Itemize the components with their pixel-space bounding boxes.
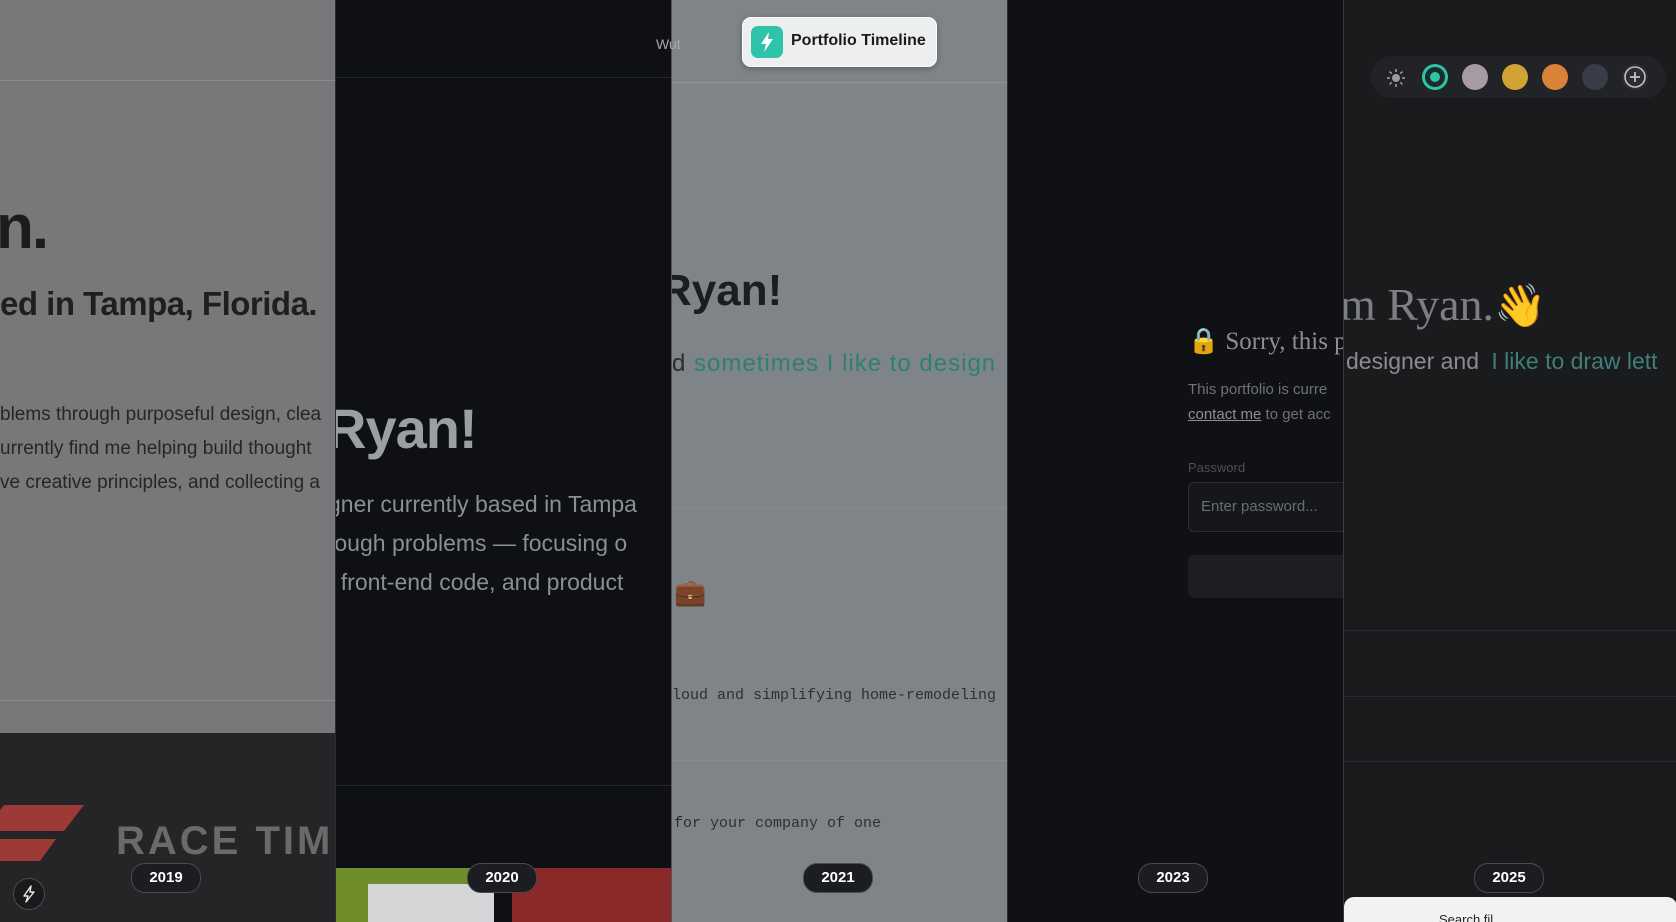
password-input[interactable]: Enter password... (1188, 482, 1344, 532)
subtitle-accent: sometimes I like to design (694, 350, 997, 377)
intro-line: gner currently based in Tampa (335, 491, 637, 517)
lightning-bolt-icon[interactable] (13, 878, 45, 910)
intro-line: , front-end code, and product (335, 569, 624, 595)
hero-title: n. (0, 193, 49, 262)
hero-subtitle: ed in Tampa, Florida. (0, 285, 318, 322)
theme-swatch-orange[interactable] (1542, 64, 1568, 90)
hero-subtitle: d sometimes I like to design (672, 350, 996, 378)
theme-swatch-slate[interactable] (1582, 64, 1608, 90)
portfolio-panel-2019[interactable]: n. ed in Tampa, Florida. blems through p… (0, 0, 335, 922)
portfolio-timeline-badge[interactable]: Portfolio Timeline (742, 17, 937, 67)
badge-label: Portfolio Timeline (791, 32, 926, 49)
message-line: contact me to get acc (1188, 406, 1331, 423)
intro-line: blems through purposeful design, clea (0, 404, 322, 425)
year-pill-2023[interactable]: 2023 (1138, 863, 1208, 893)
divider (1344, 630, 1676, 631)
project-description: loud and simplifying home-remodeling (672, 687, 997, 704)
divider (0, 700, 335, 701)
theme-swatch-mauve[interactable] (1462, 64, 1488, 90)
portfolio-panel-2020[interactable]: Ryan! gner currently based in Tampa toug… (335, 0, 672, 922)
theme-swatch-teal[interactable] (1422, 64, 1448, 90)
hero-title: Ryan! (671, 266, 783, 315)
lock-title: 🔒 Sorry, this p (1188, 328, 1344, 355)
project-card-race-timing[interactable]: RACE TIM (0, 733, 335, 922)
divider (0, 80, 335, 81)
nav-link[interactable]: Wut (656, 36, 681, 52)
search-text: Search fil (1439, 912, 1494, 922)
lightning-bolt-icon (751, 26, 783, 58)
waving-hand-icon: 👋 (1494, 284, 1547, 330)
add-theme-button[interactable] (1622, 64, 1648, 90)
hero-title: Ryan! (335, 397, 478, 460)
subtitle-accent: I like to draw lett (1491, 348, 1658, 374)
portfolio-panel-2025[interactable]: m Ryan.👋 designer and I like to draw let… (1343, 0, 1676, 922)
intro-line: tough problems — focusing o (335, 530, 628, 556)
password-label: Password (1188, 460, 1246, 475)
year-pill-2019[interactable]: 2019 (131, 863, 201, 893)
divider (672, 82, 1008, 83)
password-placeholder: Enter password... (1201, 498, 1318, 515)
selected-indicator (1430, 72, 1440, 82)
year-pill-2021[interactable]: 2021 (803, 863, 873, 893)
divider (336, 785, 672, 786)
race-logo-icon (0, 805, 84, 861)
briefcase-icon: 💼 (674, 578, 707, 608)
divider (336, 77, 672, 78)
hero-title: m Ryan.👋 (1343, 279, 1547, 330)
project-title: RACE TIM (116, 819, 334, 863)
intro-line: urrently find me helping build thought (0, 438, 312, 459)
portfolio-panel-2021[interactable]: Ryan! d sometimes I like to design 💼 lou… (671, 0, 1008, 922)
project-description: for your company of one (674, 815, 882, 832)
contact-link[interactable]: contact me (1188, 406, 1261, 423)
submit-button[interactable] (1188, 555, 1344, 598)
hero-subtitle: designer and I like to draw lett (1346, 348, 1658, 374)
divider (672, 760, 1008, 761)
message-line: This portfolio is curre (1188, 381, 1328, 398)
divider (1344, 696, 1676, 697)
intro-line: ve creative principles, and collecting a (0, 472, 321, 493)
subtitle-text: d (672, 350, 687, 377)
year-pill-2025[interactable]: 2025 (1474, 863, 1544, 893)
plus-icon (1624, 66, 1646, 88)
locked-message: This portfolio is curre contact me to ge… (1188, 377, 1331, 427)
portfolio-panel-2023[interactable]: 🔒 Sorry, this p This portfolio is curre … (1007, 0, 1344, 922)
year-pill-2020[interactable]: 2020 (467, 863, 537, 893)
sun-icon[interactable] (1386, 68, 1406, 88)
divider (672, 508, 1008, 509)
intro-paragraph: blems through purposeful design, clea ur… (0, 398, 321, 500)
search-popover[interactable]: Search fil (1344, 897, 1676, 922)
divider (1344, 761, 1676, 762)
intro-paragraph: gner currently based in Tampa tough prob… (335, 485, 637, 602)
theme-swatch-gold[interactable] (1502, 64, 1528, 90)
